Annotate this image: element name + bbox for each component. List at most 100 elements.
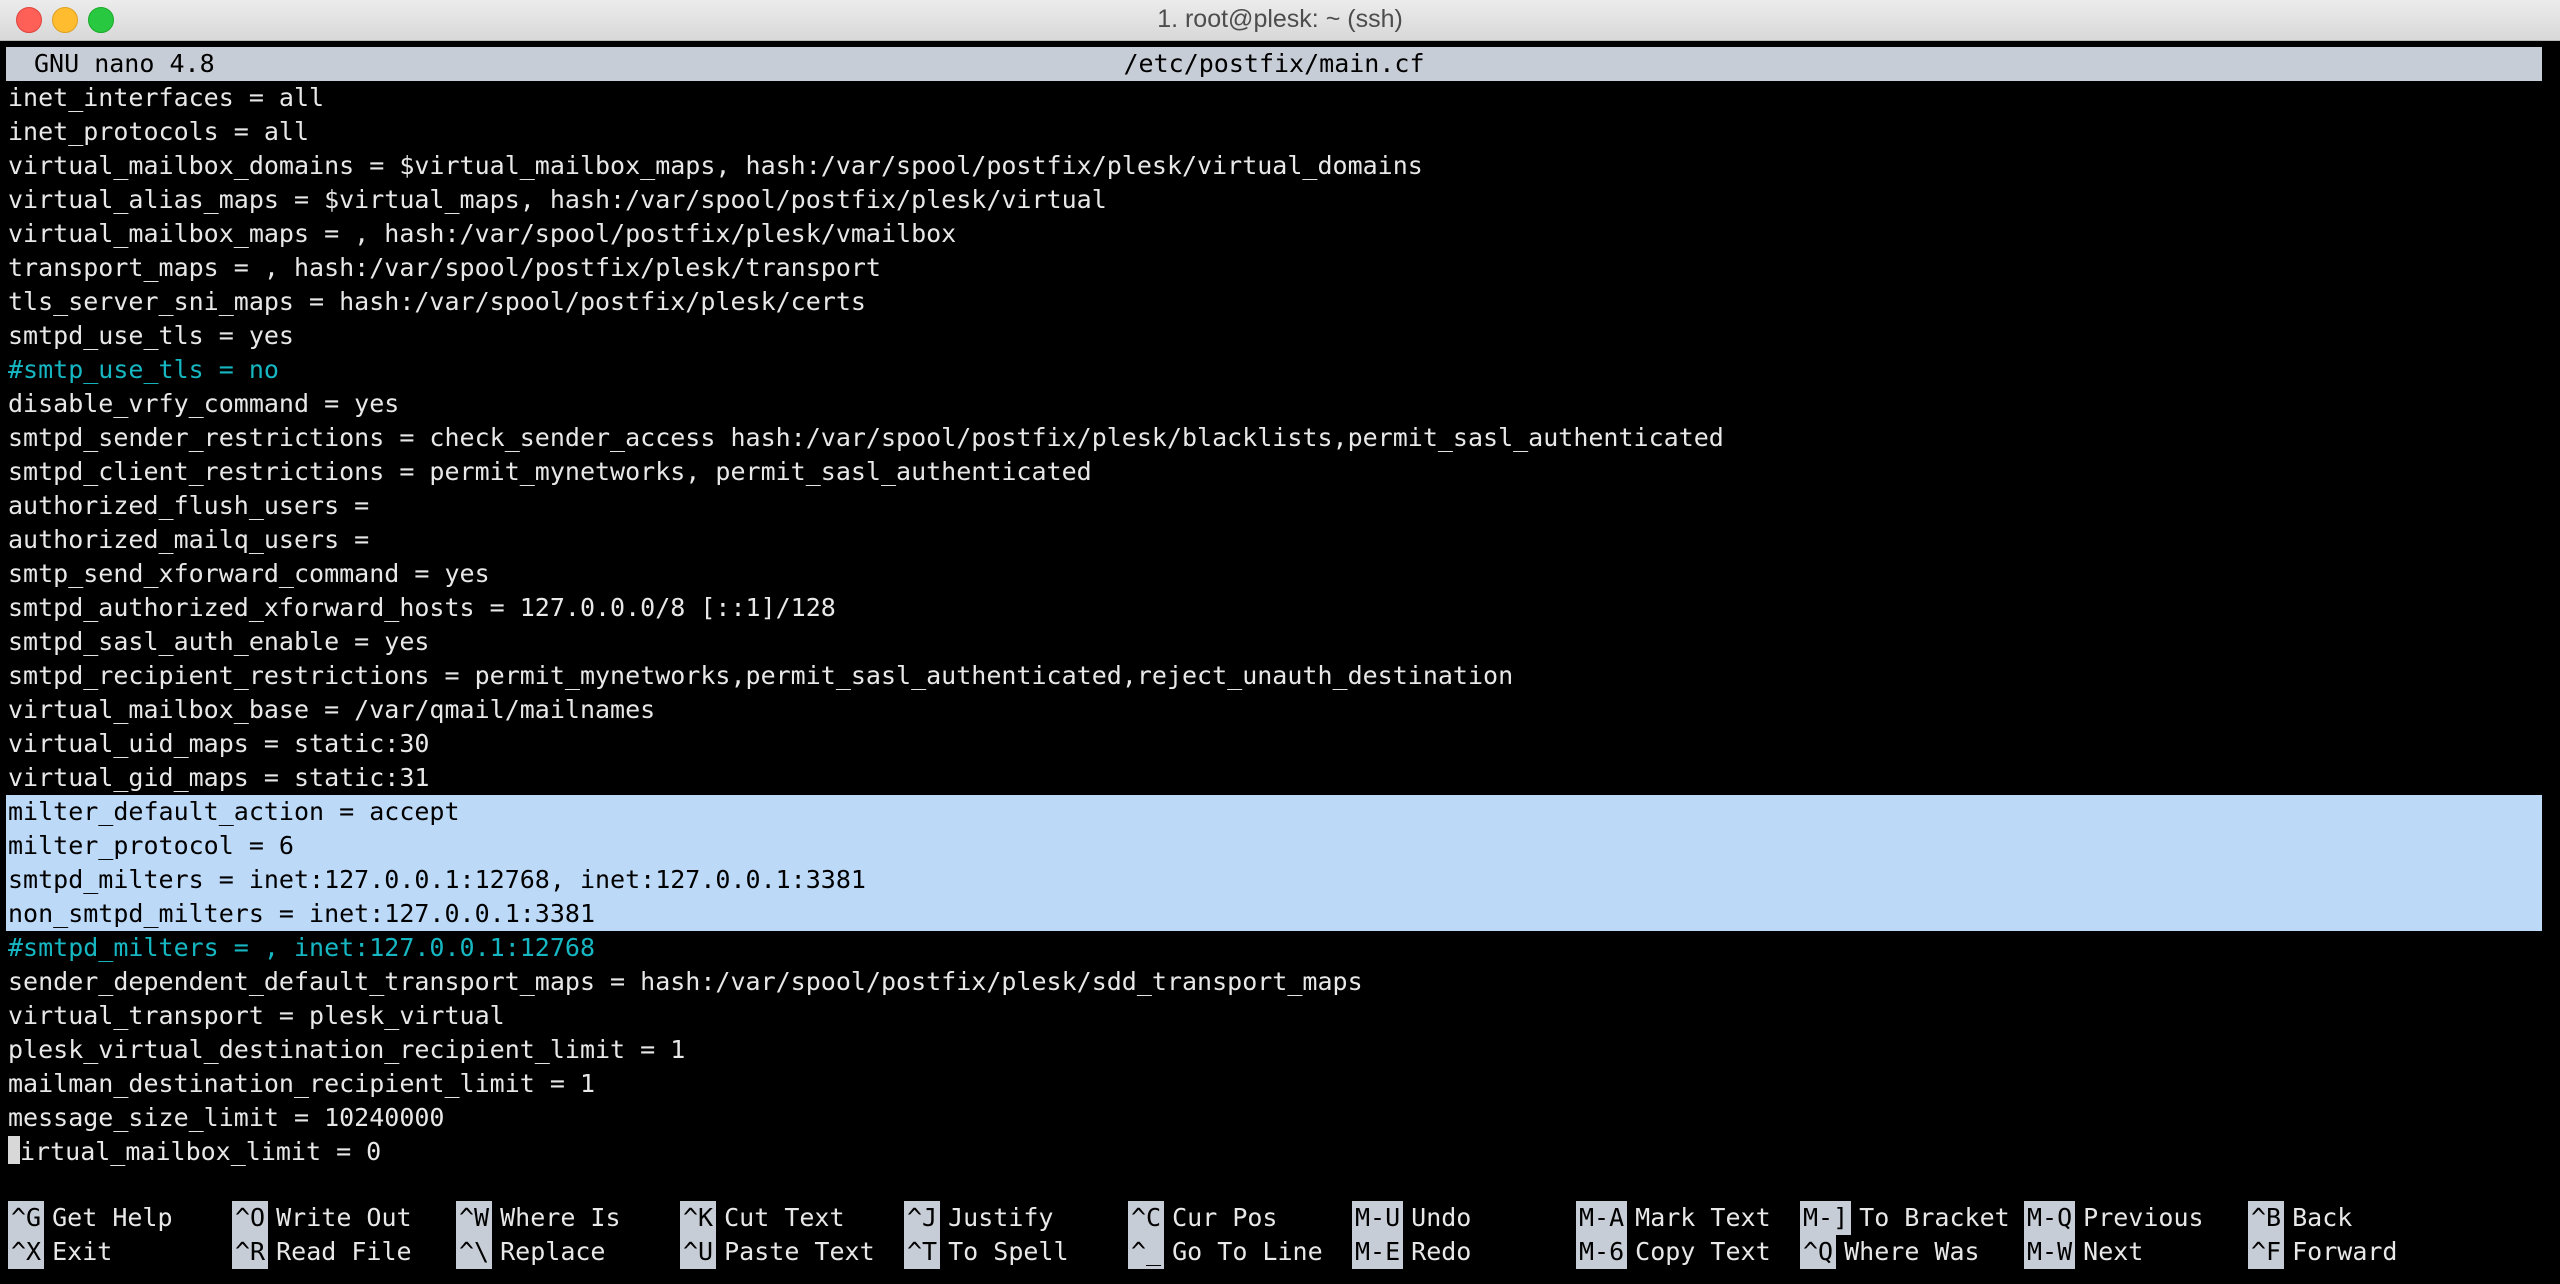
config-line[interactable]: virtual_gid_maps = static:31	[8, 761, 429, 795]
shortcut-label: Previous	[2083, 1203, 2204, 1232]
shortcut-label: Back	[2292, 1203, 2353, 1232]
config-line[interactable]: mailman_destination_recipient_limit = 1	[8, 1067, 595, 1101]
line-text: inet_protocols = all	[8, 117, 310, 146]
shortcut-key: ^B	[2248, 1201, 2285, 1235]
terminal-content[interactable]: GNU nano 4.8 /etc/postfix/main.cf inet_i…	[0, 41, 2560, 1284]
line-text: virtual_mailbox_maps = , hash:/var/spool…	[8, 219, 957, 248]
line-text: sender_dependent_default_transport_maps …	[8, 967, 1363, 996]
shortcut-undo[interactable]: M-U Undo	[1352, 1201, 1471, 1235]
config-line[interactable]: smtp_send_xforward_command = yes	[8, 557, 490, 591]
config-line[interactable]: virtual_uid_maps = static:30	[8, 727, 429, 761]
shortcut-to-spell[interactable]: ^T To Spell	[904, 1235, 1069, 1269]
shortcut-replace[interactable]: ^\ Replace	[456, 1235, 605, 1269]
line-text: disable_vrfy_command = yes	[8, 389, 400, 418]
shortcut-cur-pos[interactable]: ^C Cur Pos	[1128, 1201, 1277, 1235]
config-line[interactable]: virtual_mailbox_maps = , hash:/var/spool…	[8, 217, 956, 251]
text-cursor	[8, 1136, 20, 1164]
line-text: mailman_destination_recipient_limit = 1	[8, 1069, 595, 1098]
shortcut-write-out[interactable]: ^O Write Out	[232, 1201, 412, 1235]
line-text: smtpd_use_tls = yes	[8, 321, 294, 350]
config-line[interactable]: virtual_alias_maps = $virtual_maps, hash…	[8, 183, 1107, 217]
shortcut-to-bracket[interactable]: M-] To Bracket	[1800, 1201, 2010, 1235]
shortcut-key: ^_	[1128, 1235, 1165, 1269]
shortcut-redo[interactable]: M-E Redo	[1352, 1235, 1471, 1269]
config-line[interactable]: smtpd_milters = inet:127.0.0.1:12768, in…	[8, 863, 866, 897]
line-text: smtpd_sasl_auth_enable = yes	[8, 627, 430, 656]
config-line[interactable]: transport_maps = , hash:/var/spool/postf…	[8, 251, 881, 285]
config-line[interactable]: disable_vrfy_command = yes	[8, 387, 399, 421]
shortcut-key: ^X	[8, 1235, 45, 1269]
config-line[interactable]: inet_protocols = all	[8, 115, 309, 149]
shortcut-where-was[interactable]: ^Q Where Was	[1800, 1235, 1980, 1269]
config-line[interactable]: sender_dependent_default_transport_maps …	[8, 965, 1363, 999]
shortcut-key: M-6	[1576, 1235, 1628, 1269]
shortcut-next[interactable]: M-W Next	[2024, 1235, 2143, 1269]
shortcut-copy-text[interactable]: M-6 Copy Text	[1576, 1235, 1771, 1269]
shortcut-label: Forward	[2292, 1237, 2398, 1266]
line-text: smtpd_authorized_xforward_hosts = 127.0.…	[8, 593, 836, 622]
config-line[interactable]: smtpd_sasl_auth_enable = yes	[8, 625, 429, 659]
line-text: smtpd_recipient_restrictions = permit_my…	[8, 661, 1514, 690]
shortcut-go-to-line[interactable]: ^_ Go To Line	[1128, 1235, 1323, 1269]
line-text: authorized_mailq_users =	[8, 525, 370, 554]
shortcut-key: ^J	[904, 1201, 941, 1235]
shortcut-label: To Bracket	[1859, 1203, 2010, 1232]
shortcut-read-file[interactable]: ^R Read File	[232, 1235, 412, 1269]
file-name: /etc/postfix/main.cf	[1123, 49, 1425, 78]
shortcut-get-help[interactable]: ^G Get Help	[8, 1201, 173, 1235]
config-line[interactable]: virtual_mailbox_domains = $virtual_mailb…	[8, 149, 1423, 183]
config-line[interactable]: milter_default_action = accept	[8, 795, 460, 829]
shortcut-key: ^F	[2248, 1235, 2285, 1269]
shortcut-previous[interactable]: M-Q Previous	[2024, 1201, 2204, 1235]
config-line[interactable]: irtual_mailbox_limit = 0	[8, 1135, 381, 1169]
shortcut-label: Cur Pos	[1172, 1203, 1278, 1232]
shortcut-paste-text[interactable]: ^U Paste Text	[680, 1235, 875, 1269]
config-line[interactable]: inet_interfaces = all	[8, 81, 324, 115]
shortcut-key: M-E	[1352, 1235, 1404, 1269]
shortcut-exit[interactable]: ^X Exit	[8, 1235, 112, 1269]
shortcut-key: ^U	[680, 1235, 717, 1269]
line-text: virtual_alias_maps = $virtual_maps, hash…	[8, 185, 1107, 214]
config-line[interactable]: smtpd_recipient_restrictions = permit_my…	[8, 659, 1513, 693]
shortcut-label: Next	[2083, 1237, 2144, 1266]
line-text: plesk_virtual_destination_recipient_limi…	[8, 1035, 686, 1064]
line-text: virtual_mailbox_domains = $virtual_mailb…	[8, 151, 1423, 180]
shortcut-label: To Spell	[948, 1237, 1069, 1266]
config-line[interactable]: tls_server_sni_maps = hash:/var/spool/po…	[8, 285, 866, 319]
shortcut-cut-text[interactable]: ^K Cut Text	[680, 1201, 845, 1235]
config-line[interactable]: smtpd_use_tls = yes	[8, 319, 294, 353]
config-line[interactable]: virtual_mailbox_base = /var/qmail/mailna…	[8, 693, 655, 727]
config-line[interactable]: message_size_limit = 10240000	[8, 1101, 445, 1135]
config-line[interactable]: plesk_virtual_destination_recipient_limi…	[8, 1033, 685, 1067]
shortcut-justify[interactable]: ^J Justify	[904, 1201, 1053, 1235]
shortcut-key: ^\	[456, 1235, 493, 1269]
shortcut-mark-text[interactable]: M-A Mark Text	[1576, 1201, 1771, 1235]
comment-line[interactable]: #smtpd_milters = , inet:127.0.0.1:12768	[8, 931, 595, 965]
config-line[interactable]: milter_protocol = 6	[8, 829, 294, 863]
config-line[interactable]: non_smtpd_milters = inet:127.0.0.1:3381	[8, 897, 595, 931]
shortcut-key: ^C	[1128, 1201, 1165, 1235]
window-title: 1. root@plesk: ~ (ssh)	[1157, 5, 1403, 33]
shortcut-label: Where Is	[500, 1203, 621, 1232]
shortcut-label: Where Was	[1844, 1237, 1980, 1266]
shortcut-forward[interactable]: ^F Forward	[2248, 1235, 2397, 1269]
config-line[interactable]: smtpd_client_restrictions = permit_mynet…	[8, 455, 1092, 489]
line-text: authorized_flush_users =	[8, 491, 370, 520]
line-text: transport_maps = , hash:/var/spool/postf…	[8, 253, 881, 282]
line-text: inet_interfaces = all	[8, 83, 325, 112]
shortcut-where-is[interactable]: ^W Where Is	[456, 1201, 621, 1235]
config-line[interactable]: virtual_transport = plesk_virtual	[8, 999, 505, 1033]
shortcut-label: Write Out	[276, 1203, 412, 1232]
shortcut-key: ^O	[232, 1201, 269, 1235]
shortcut-label: Cut Text	[724, 1203, 845, 1232]
config-line[interactable]: authorized_mailq_users =	[8, 523, 369, 557]
config-line[interactable]: smtpd_authorized_xforward_hosts = 127.0.…	[8, 591, 836, 625]
terminal-window: 1. root@plesk: ~ (ssh) GNU nano 4.8 /etc…	[0, 0, 2560, 1284]
shortcut-key: ^K	[680, 1201, 717, 1235]
config-line[interactable]: smtpd_sender_restrictions = check_sender…	[8, 421, 1724, 455]
line-text: smtpd_milters = inet:127.0.0.1:12768, in…	[8, 865, 866, 894]
shortcut-key: M-A	[1576, 1201, 1628, 1235]
comment-line[interactable]: #smtp_use_tls = no	[8, 353, 279, 387]
config-line[interactable]: authorized_flush_users =	[8, 489, 369, 523]
shortcut-back[interactable]: ^B Back	[2248, 1201, 2352, 1235]
